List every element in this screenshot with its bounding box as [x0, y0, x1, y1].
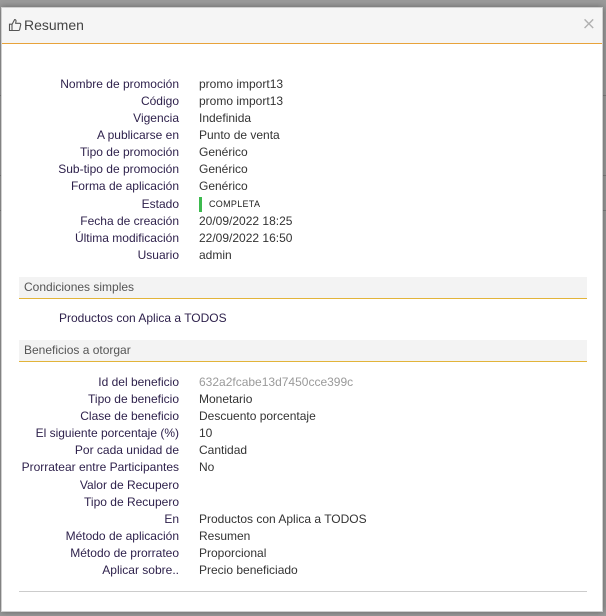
benefit-row: El siguiente porcentaje (%) 10: [2, 425, 602, 442]
field-value: Genérico: [199, 145, 248, 159]
field-label: Método de aplicación: [65, 529, 179, 543]
conditions-section-header: Condiciones simples: [19, 277, 587, 299]
field-label: Sub-tipo de promoción: [58, 162, 179, 176]
field-value: Monetario: [199, 392, 253, 406]
field-label: Forma de aplicación: [70, 179, 179, 193]
field-label: Nombre de promoción: [60, 77, 179, 91]
summary-row: Código promo import13: [2, 93, 602, 110]
summary-row: A publicarse en Punto de venta: [2, 127, 602, 144]
summary-row: Fecha de creación 20/09/2022 18:25: [2, 213, 602, 230]
field-value: admin: [199, 248, 232, 262]
benefit-row: En Productos con Aplica a TODOS: [2, 511, 602, 528]
thumbs-up-icon: [8, 19, 22, 32]
summary-row: Sub-tipo de promoción Genérico: [2, 161, 602, 178]
field-label: Estado: [141, 197, 179, 211]
field-value: Genérico: [199, 162, 248, 176]
field-label: El siguiente porcentaje (%): [35, 426, 179, 440]
field-value: No: [199, 460, 215, 474]
status-badge: COMPLETA: [199, 197, 260, 212]
field-label: Por cada unidad de: [74, 443, 179, 457]
field-value: Genérico: [199, 179, 248, 193]
summary-row: Forma de aplicación Genérico: [2, 178, 602, 195]
benefit-id-value: 632a2fcabe13d7450cce399c: [199, 375, 354, 389]
field-value: Descuento porcentaje: [199, 409, 316, 423]
field-value: promo import13: [199, 94, 284, 108]
benefit-row: Prorratear entre Participantes No: [2, 459, 602, 476]
modal-title: Resumen: [24, 17, 84, 33]
field-label: Clase de beneficio: [80, 409, 179, 423]
field-label: Tipo de beneficio: [88, 392, 179, 406]
field-label: Vigencia: [133, 111, 179, 125]
summary-row: Vigencia Indefinida: [2, 110, 602, 127]
field-label: Prorratear entre Participantes: [21, 460, 179, 474]
benefits-section-header: Beneficios a otorgar: [19, 340, 587, 362]
field-value: Precio beneficiado: [199, 563, 298, 577]
modal-header: Resumen ×: [2, 8, 602, 44]
field-label: Fecha de creación: [80, 214, 179, 228]
field-value: 22/09/2022 16:50: [199, 231, 293, 245]
condition-text: Productos con Aplica a TODOS: [59, 311, 227, 325]
benefit-row: Tipo de beneficio Monetario: [2, 391, 602, 408]
field-label: Método de prorrateo: [70, 546, 179, 560]
summary-row: Tipo de promoción Genérico: [2, 144, 602, 161]
summary-modal: Resumen × Nombre de promoción promo impo…: [1, 7, 603, 612]
section-title: Beneficios a otorgar: [24, 343, 131, 357]
field-value: Productos con Aplica a TODOS: [199, 512, 367, 526]
summary-row: Usuario admin: [2, 247, 602, 264]
benefit-row: Valor de Recupero: [2, 477, 602, 494]
summary-row: Nombre de promoción promo import13: [2, 76, 602, 93]
field-value: Cantidad: [199, 443, 248, 457]
field-value: Resumen: [199, 529, 251, 543]
close-icon[interactable]: ×: [582, 15, 596, 33]
field-label: Aplicar sobre..: [102, 563, 179, 577]
field-label: A publicarse en: [96, 128, 179, 142]
field-label: Tipo de Recupero: [84, 495, 179, 509]
field-label: Usuario: [137, 248, 179, 262]
benefit-row: Método de aplicación Resumen: [2, 528, 602, 545]
field-value: Proporcional: [199, 546, 267, 560]
benefit-row: Aplicar sobre.. Precio beneficiado: [2, 562, 602, 579]
field-label: Última modificación: [74, 231, 179, 245]
field-label: En: [164, 512, 179, 526]
summary-row: Última modificación 22/09/2022 16:50: [2, 230, 602, 247]
field-label: Valor de Recupero: [79, 478, 179, 492]
section-title: Condiciones simples: [24, 280, 135, 294]
field-value: 20/09/2022 18:25: [199, 214, 293, 228]
benefit-row: Tipo de Recupero: [2, 494, 602, 511]
benefit-row: Clase de beneficio Descuento porcentaje: [2, 408, 602, 425]
benefit-row: Id del beneficio 632a2fcabe13d7450cce399…: [2, 374, 602, 391]
field-value: promo import13: [199, 77, 284, 91]
bottom-divider: [19, 591, 587, 592]
field-value: Indefinida: [199, 111, 252, 125]
field-label: Código: [140, 94, 179, 108]
field-label: Id del beneficio: [98, 375, 179, 389]
field-value: Punto de venta: [199, 128, 280, 142]
benefit-row: Por cada unidad de Cantidad: [2, 442, 602, 459]
benefit-row: Método de prorrateo Proporcional: [2, 545, 602, 562]
field-value: 10: [199, 426, 213, 440]
summary-row: Estado COMPLETA: [2, 196, 602, 213]
field-label: Tipo de promoción: [80, 145, 179, 159]
